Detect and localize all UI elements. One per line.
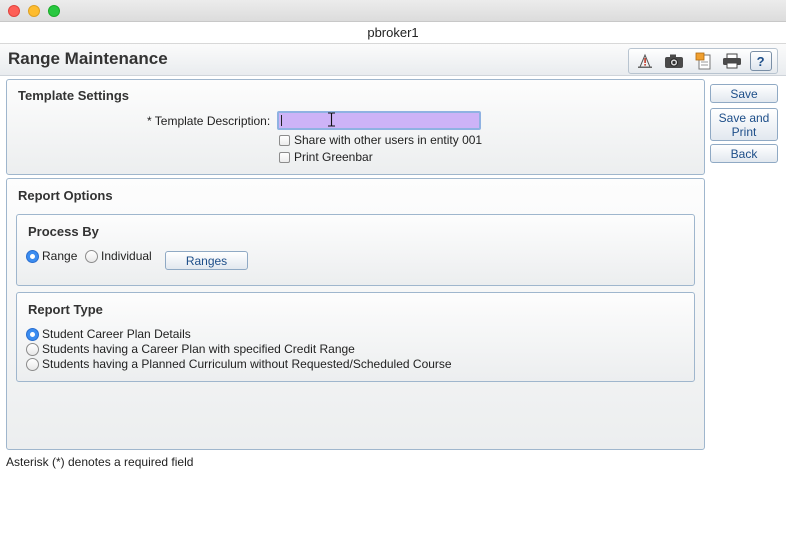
report-type-radio-credit-range[interactable] [26, 342, 39, 356]
header-toolbar: ? [628, 48, 778, 74]
greenbar-label: Print Greenbar [294, 150, 373, 164]
report-type-radio-planned-curriculum[interactable] [26, 357, 39, 371]
ranges-button[interactable]: Ranges [165, 251, 248, 270]
report-type-option-planned-curriculum[interactable]: Students having a Planned Curriculum wit… [26, 357, 452, 371]
save-button[interactable]: Save [710, 84, 778, 103]
app-header: Range Maintenance ? [0, 44, 786, 76]
report-type-option-credit-range[interactable]: Students having a Career Plan with speci… [26, 342, 355, 356]
report-type-radio-career-plan-details[interactable] [26, 327, 39, 341]
report-type-label: Students having a Planned Curriculum wit… [42, 357, 452, 371]
greenbar-option[interactable]: Print Greenbar [279, 150, 373, 164]
save-and-print-button[interactable]: Save and Print [710, 108, 778, 141]
template-description-input[interactable] [277, 111, 481, 130]
process-range-label: Range [42, 249, 78, 263]
camera-icon[interactable] [662, 51, 686, 71]
help-icon[interactable]: ? [749, 51, 772, 71]
process-individual-label: Individual [101, 249, 152, 263]
page-title: Range Maintenance [8, 49, 168, 68]
printer-icon[interactable] [720, 51, 744, 71]
process-range-option[interactable]: Range [26, 249, 77, 263]
window-minimize-button[interactable] [28, 5, 40, 17]
window-titlebar [0, 0, 786, 22]
greenbar-checkbox[interactable] [279, 151, 290, 163]
share-label: Share with other users in entity 001 [294, 133, 483, 147]
report-type-label: Student Career Plan Details [42, 327, 191, 341]
report-options-title: Report Options [18, 188, 113, 203]
template-description-label: * Template Description: [147, 114, 271, 128]
report-type-option-career-plan-details[interactable]: Student Career Plan Details [26, 327, 191, 341]
report-type-title: Report Type [28, 302, 103, 317]
process-individual-option[interactable]: Individual [85, 249, 152, 263]
share-option[interactable]: Share with other users in entity 001 [279, 133, 482, 147]
process-by-title: Process By [28, 224, 99, 239]
required-field-note: Asterisk (*) denotes a required field [6, 455, 194, 469]
process-individual-radio[interactable] [85, 249, 98, 263]
window-zoom-button[interactable] [48, 5, 60, 17]
window-close-button[interactable] [8, 5, 20, 17]
report-type-label: Students having a Career Plan with speci… [42, 342, 355, 356]
text-caret [281, 115, 282, 126]
process-range-radio[interactable] [26, 249, 39, 263]
notes-icon[interactable] [691, 51, 715, 71]
ibeam-cursor-icon [328, 112, 335, 127]
back-button[interactable]: Back [710, 144, 778, 163]
share-checkbox[interactable] [279, 134, 290, 146]
alert-icon[interactable] [633, 51, 657, 71]
template-settings-title: Template Settings [18, 88, 130, 103]
window-title: pbroker1 [0, 22, 786, 44]
